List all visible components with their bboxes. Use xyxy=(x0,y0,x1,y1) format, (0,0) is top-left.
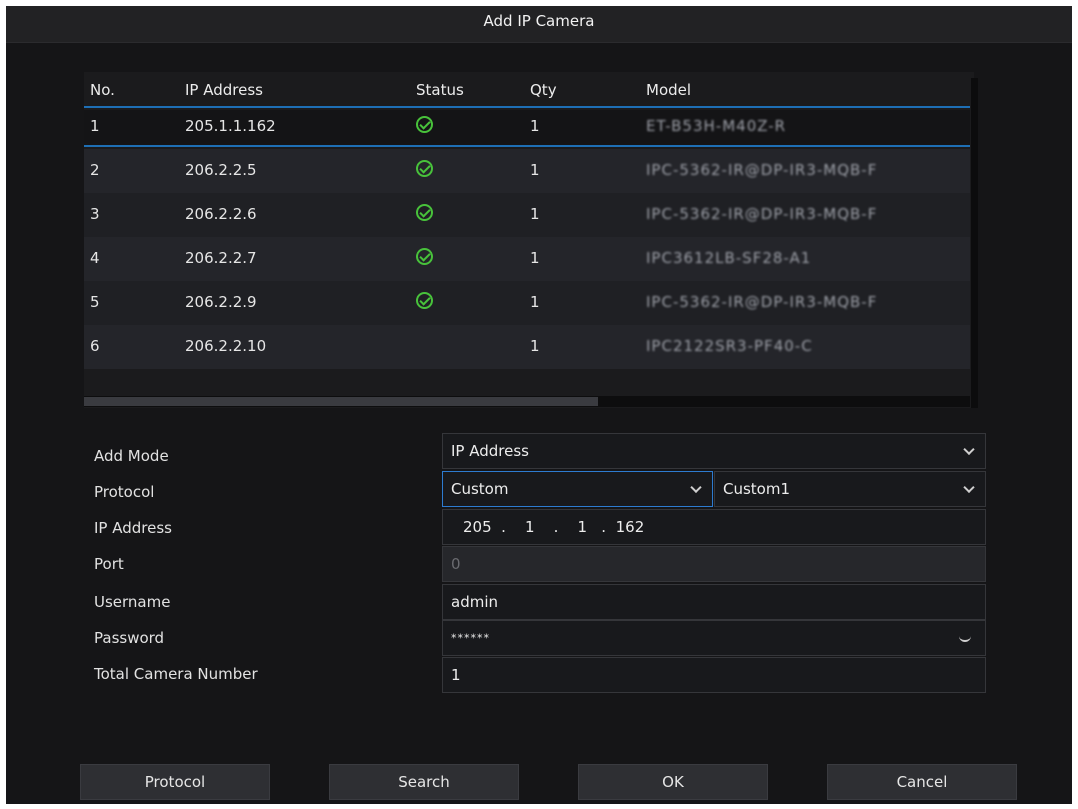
row-no: 1 xyxy=(90,117,100,135)
online-check-icon xyxy=(416,204,433,222)
total-camera-number-value: 1 xyxy=(451,666,461,684)
password-input[interactable]: ****** xyxy=(442,620,986,656)
header-model[interactable]: Model xyxy=(646,81,691,99)
add-mode-select[interactable]: IP Address xyxy=(442,433,986,469)
header-qty[interactable]: Qty xyxy=(530,81,557,99)
row-no: 2 xyxy=(90,161,100,179)
ip-address-value: 205 . 1 . 1 . 162 xyxy=(463,518,645,536)
protocol-select[interactable]: Custom xyxy=(442,471,713,507)
table-row[interactable]: 4 206.2.2.7 1 IPC3612LB-SF28-A1 xyxy=(84,237,970,281)
table-row[interactable]: 3 206.2.2.6 1 IPC-5362-IR@DP-IR3-MQB-F xyxy=(84,193,970,237)
total-camera-number-label: Total Camera Number xyxy=(94,665,258,683)
online-check-icon xyxy=(416,292,433,310)
row-ip-address: 206.2.2.9 xyxy=(185,293,257,311)
row-model: IPC2122SR3-PF40-C xyxy=(646,337,813,355)
row-qty: 1 xyxy=(530,161,540,179)
protocol-button[interactable]: Protocol xyxy=(80,764,270,800)
password-value: ****** xyxy=(451,631,490,645)
table-row[interactable]: 6 206.2.2.10 1 IPC2122SR3-PF40-C xyxy=(84,325,970,369)
table-header: No. IP Address Status Qty Model xyxy=(84,72,970,108)
online-check-icon xyxy=(416,116,433,134)
username-label: Username xyxy=(94,593,171,611)
password-label: Password xyxy=(94,629,165,647)
header-ip-address[interactable]: IP Address xyxy=(185,81,263,99)
ok-button[interactable]: OK xyxy=(578,764,768,800)
total-camera-number-input[interactable]: 1 xyxy=(442,657,986,693)
horizontal-scrollbar-thumb[interactable] xyxy=(84,397,598,406)
row-model: ET-B53H-M40Z-R xyxy=(646,117,787,135)
search-button[interactable]: Search xyxy=(329,764,519,800)
custom-protocol-value: Custom1 xyxy=(723,480,791,498)
add-ip-camera-dialog: Add IP Camera No. IP Address Status Qty … xyxy=(6,6,1072,804)
username-input[interactable]: admin xyxy=(442,584,986,620)
row-qty: 1 xyxy=(530,337,540,355)
row-qty: 1 xyxy=(530,249,540,267)
row-ip-address: 205.1.1.162 xyxy=(185,117,276,135)
row-no: 4 xyxy=(90,249,100,267)
dialog-title: Add IP Camera xyxy=(6,6,1072,43)
port-value: 0 xyxy=(451,555,461,573)
add-mode-label: Add Mode xyxy=(94,447,169,465)
protocol-value: Custom xyxy=(451,480,509,498)
row-no: 5 xyxy=(90,293,100,311)
username-value: admin xyxy=(451,593,498,611)
port-input[interactable]: 0 xyxy=(442,546,986,582)
row-qty: 1 xyxy=(530,293,540,311)
online-check-icon xyxy=(416,160,433,178)
row-model: IPC-5362-IR@DP-IR3-MQB-F xyxy=(646,205,878,223)
chevron-down-icon xyxy=(963,443,975,456)
row-model: IPC-5362-IR@DP-IR3-MQB-F xyxy=(646,293,878,311)
online-check-icon xyxy=(416,248,433,266)
row-ip-address: 206.2.2.5 xyxy=(185,161,257,179)
row-ip-address: 206.2.2.6 xyxy=(185,205,257,223)
table-row[interactable]: 5 206.2.2.9 1 IPC-5362-IR@DP-IR3-MQB-F xyxy=(84,281,970,325)
row-qty: 1 xyxy=(530,117,540,135)
row-no: 3 xyxy=(90,205,100,223)
row-model: IPC3612LB-SF28-A1 xyxy=(646,249,812,267)
ip-address-label: IP Address xyxy=(94,519,172,537)
header-status[interactable]: Status xyxy=(416,81,464,99)
port-label: Port xyxy=(94,555,124,573)
vertical-scrollbar[interactable] xyxy=(971,78,978,408)
add-mode-value: IP Address xyxy=(451,442,529,460)
header-no[interactable]: No. xyxy=(90,81,115,99)
chevron-down-icon xyxy=(963,481,975,494)
table-row[interactable]: 1 205.1.1.162 1 ET-B53H-M40Z-R xyxy=(84,110,970,147)
chevron-down-icon xyxy=(690,481,702,494)
protocol-label: Protocol xyxy=(94,483,155,501)
row-ip-address: 206.2.2.10 xyxy=(185,337,267,355)
ip-address-input[interactable]: 205 . 1 . 1 . 162 xyxy=(442,509,986,545)
camera-table: No. IP Address Status Qty Model 1 205.1.… xyxy=(84,72,978,408)
cancel-button[interactable]: Cancel xyxy=(827,764,1017,800)
row-qty: 1 xyxy=(530,205,540,223)
row-model: IPC-5362-IR@DP-IR3-MQB-F xyxy=(646,161,878,179)
table-row[interactable]: 2 206.2.2.5 1 IPC-5362-IR@DP-IR3-MQB-F xyxy=(84,149,970,193)
row-no: 6 xyxy=(90,337,100,355)
row-ip-address: 206.2.2.7 xyxy=(185,249,257,267)
custom-protocol-select[interactable]: Custom1 xyxy=(714,471,986,507)
eye-closed-icon[interactable] xyxy=(959,634,971,642)
